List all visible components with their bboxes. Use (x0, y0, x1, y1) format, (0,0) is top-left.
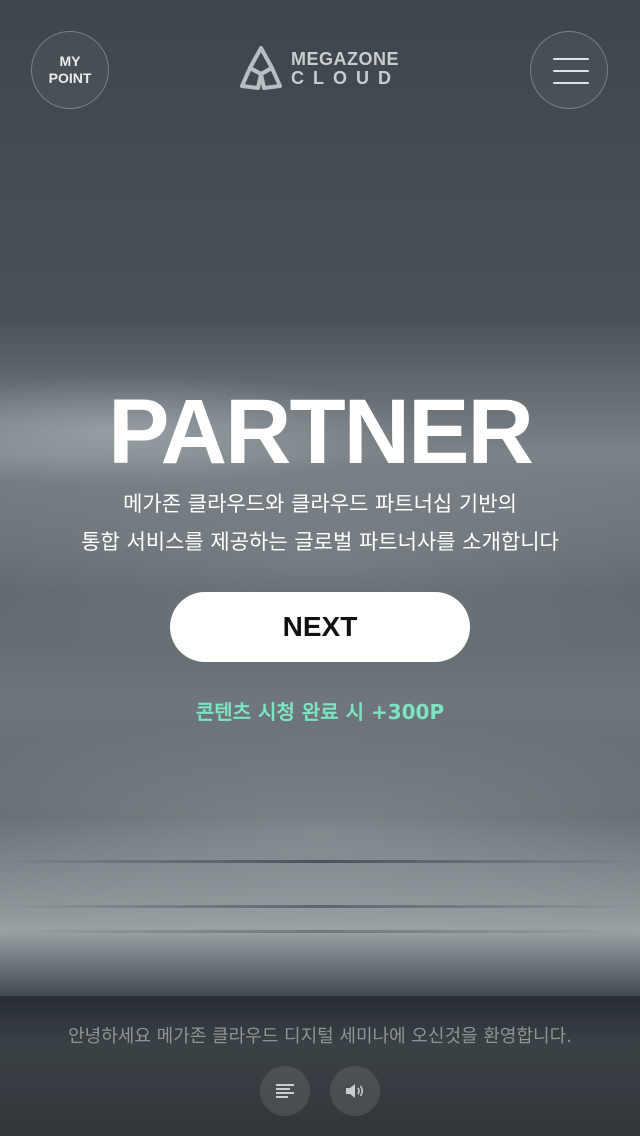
menu-button[interactable] (530, 31, 608, 109)
megazone-cloud-logo[interactable]: MEGAZONE CLOUD (236, 44, 406, 92)
logo-text-cloud: CLOUD (291, 68, 400, 88)
script-text-button[interactable] (260, 1066, 310, 1116)
hero-subtitle: 메가존 클라우드와 클라우드 파트너십 기반의 통합 서비스를 제공하는 글로벌… (0, 485, 640, 561)
sound-toggle-button[interactable] (330, 1066, 380, 1116)
hero-subtitle-line-1: 메가존 클라우드와 클라우드 파트너십 기반의 (123, 492, 517, 516)
logo-mark-icon (240, 46, 282, 90)
bottom-caption-bar (0, 996, 640, 1136)
background-image (0, 0, 640, 1136)
hero-title: PARTNER (108, 381, 534, 483)
my-point-label: MY POINT (48, 53, 92, 86)
next-button[interactable]: NEXT (170, 592, 470, 662)
reward-text: 콘텐츠 시청 완료 시 +300P (195, 700, 445, 724)
speaker-icon (346, 1084, 364, 1098)
text-lines-icon (276, 1084, 294, 1098)
logo-text-megazone: MEGAZONE (291, 49, 400, 69)
my-point-button[interactable]: MY POINT (31, 31, 109, 109)
hero-subtitle-line-2: 통합 서비스를 제공하는 글로벌 파트너사를 소개합니다 (81, 530, 559, 554)
greeting-caption: 안녕하세요 메가존 클라우드 디지털 세미나에 오신것을 환영합니다. (68, 1026, 572, 1047)
